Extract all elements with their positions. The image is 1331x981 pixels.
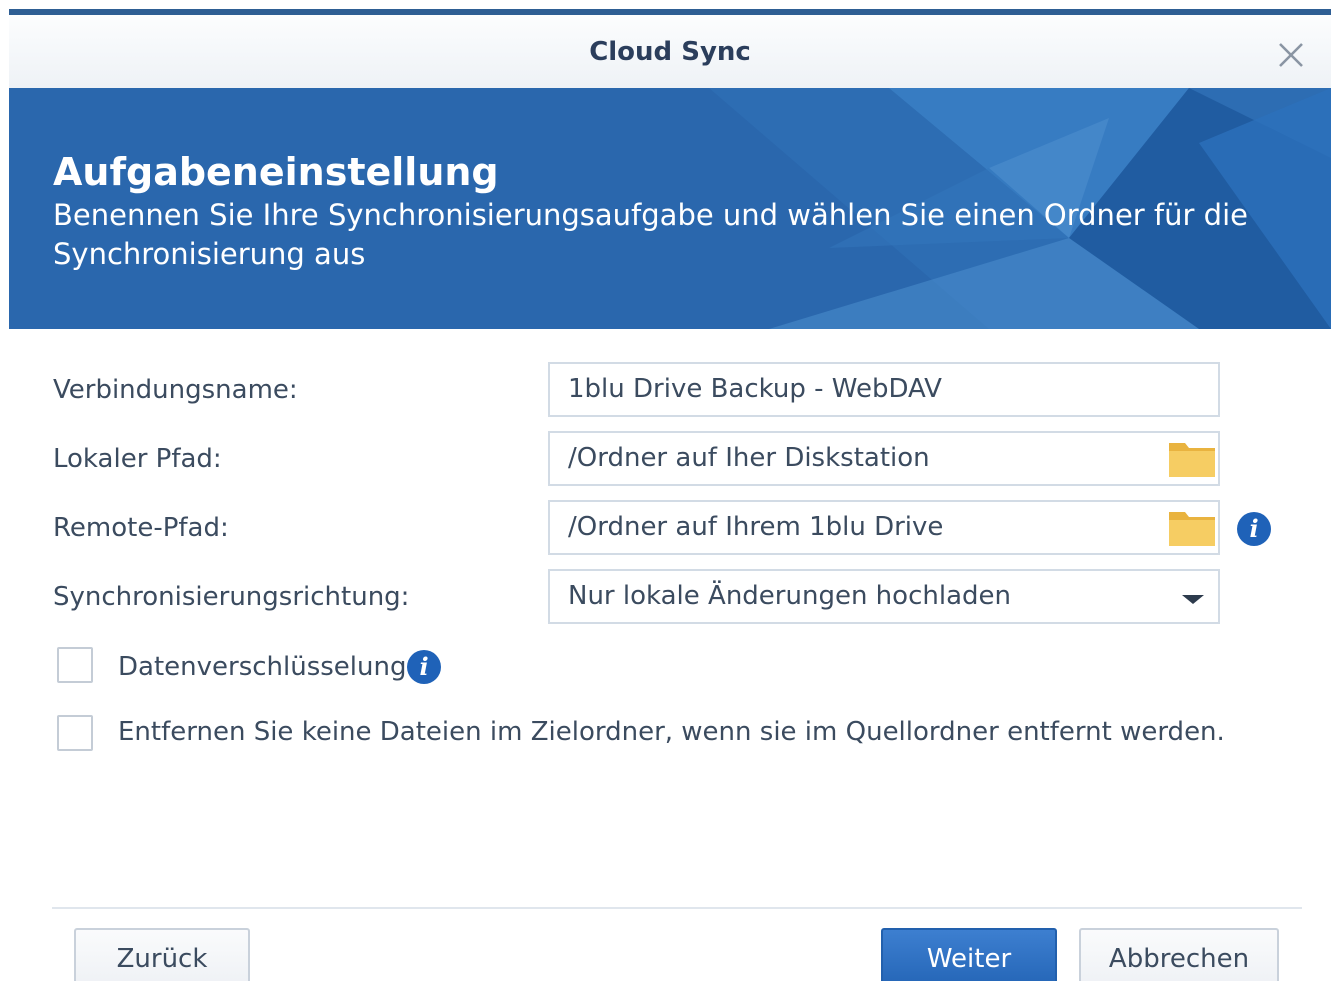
connection-name-input[interactable] [568, 364, 1128, 415]
sync-direction-label: Synchronisierungsrichtung: [53, 582, 410, 612]
cancel-button[interactable]: Abbrechen [1079, 928, 1279, 981]
local-path-field[interactable] [548, 431, 1220, 486]
no-delete-label: Entfernen Sie keine Dateien im Zielordne… [118, 717, 1225, 747]
close-icon[interactable] [1277, 41, 1305, 69]
remote-path-field[interactable] [548, 500, 1220, 555]
local-path-label: Lokaler Pfad: [53, 444, 222, 474]
local-folder-browse-icon[interactable] [1167, 439, 1217, 479]
banner-title: Aufgabeneinstellung [53, 150, 499, 194]
chevron-down-icon[interactable] [1182, 595, 1204, 604]
encryption-label: Datenverschlüsselung [118, 652, 407, 682]
remote-path-label: Remote-Pfad: [53, 513, 229, 543]
sync-direction-select[interactable]: Nur lokale Änderungen hochladen [548, 569, 1220, 624]
sync-direction-value: Nur lokale Änderungen hochladen [568, 581, 1011, 611]
banner-subtitle: Benennen Sie Ihre Synchronisierungsaufga… [53, 198, 1248, 271]
connection-name-field[interactable] [548, 362, 1220, 417]
footer-divider [52, 907, 1302, 909]
next-button[interactable]: Weiter [881, 928, 1057, 981]
remote-path-input[interactable] [568, 502, 1128, 553]
header-banner: Aufgabeneinstellung Benennen Sie Ihre Sy… [9, 88, 1331, 329]
connection-name-label: Verbindungsname: [53, 375, 298, 405]
cloud-sync-dialog: Cloud Sync Aufgabeneinstellung Benennen … [9, 9, 1331, 981]
window-title: Cloud Sync [589, 37, 751, 67]
remote-folder-browse-icon[interactable] [1167, 508, 1217, 548]
title-bar: Cloud Sync [9, 15, 1331, 88]
no-delete-checkbox[interactable] [57, 715, 93, 751]
encryption-info-icon[interactable]: i [407, 650, 441, 684]
remote-path-info-icon[interactable]: i [1237, 512, 1271, 546]
local-path-input[interactable] [568, 433, 1128, 484]
encryption-checkbox[interactable] [57, 647, 93, 683]
back-button[interactable]: Zurück [74, 928, 250, 981]
